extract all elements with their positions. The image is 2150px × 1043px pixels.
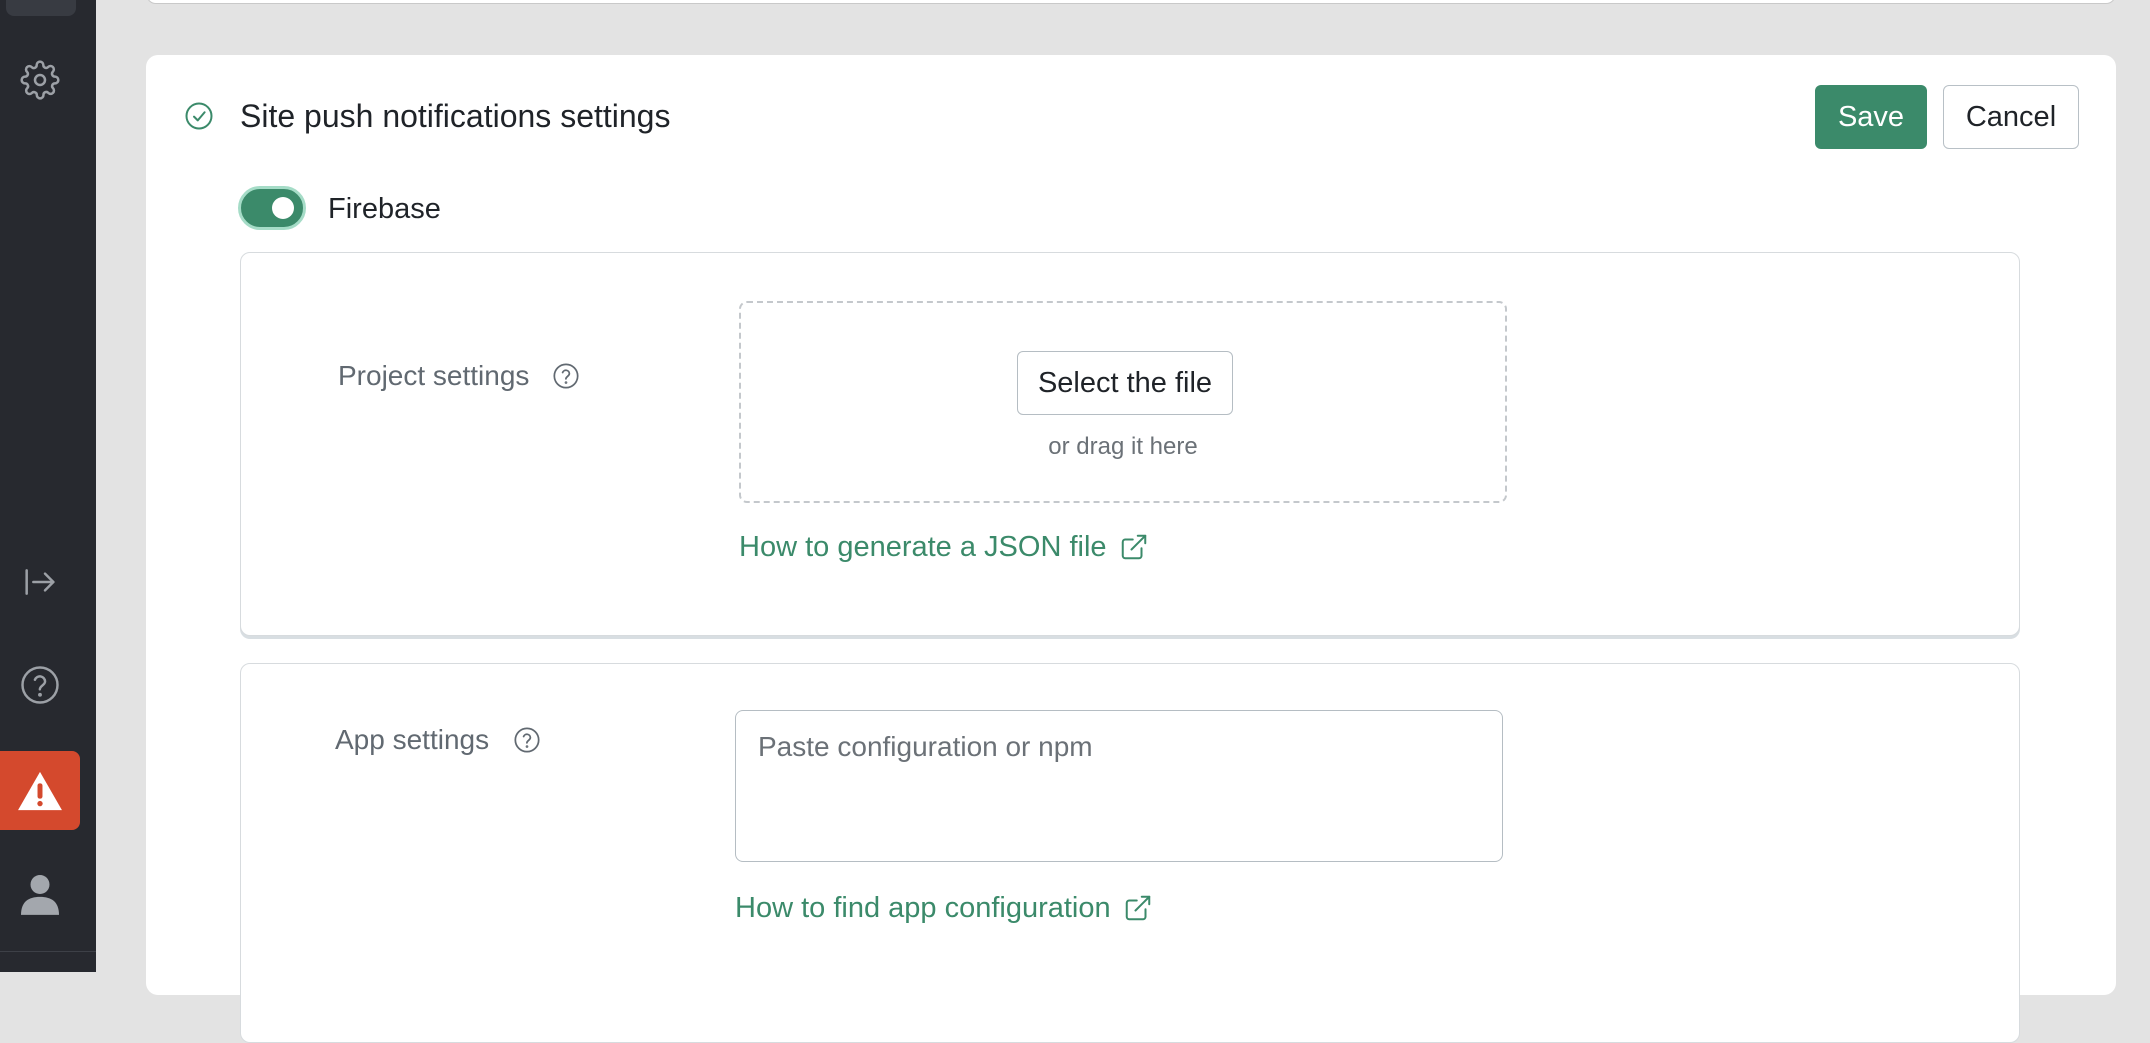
card-title: Site push notifications settings [240,98,671,134]
toggle-knob [272,197,294,219]
arrow-right-to-bar-icon [25,569,55,595]
app-settings-label: App settings [335,724,490,755]
app-config-textarea[interactable] [735,710,1503,862]
sidebar-alert-button[interactable] [0,751,80,830]
sidebar-user-button[interactable] [0,864,80,924]
warning-triangle-icon [18,771,62,810]
project-settings-panel: Project settings Select the file or drag… [240,252,2020,636]
sidebar-settings-button[interactable] [0,50,80,110]
external-link-icon [1121,534,1146,560]
question-circle-icon [21,666,59,704]
save-button[interactable]: Save [1815,85,1927,149]
app-settings-panel: App settings How to find app configurati… [240,663,2020,1043]
external-link-icon [1125,895,1150,921]
cancel-button[interactable]: Cancel [1943,85,2079,149]
find-app-config-link[interactable]: How to find app configuration [735,890,1153,926]
firebase-toggle-label: Firebase [328,193,441,225]
previous-section-card [146,0,2116,4]
firebase-toggle[interactable] [238,186,306,230]
sidebar-item-partial[interactable] [6,0,76,16]
question-circle-icon[interactable] [552,362,580,390]
find-app-config-link-text: How to find app configuration [735,892,1111,924]
question-circle-icon[interactable] [513,726,541,754]
file-dropzone[interactable]: Select the file or drag it here [739,301,1507,503]
generate-json-link[interactable]: How to generate a JSON file [739,529,1149,565]
check-circle-icon [185,102,213,130]
generate-json-link-text: How to generate a JSON file [739,531,1107,563]
sidebar-help-button[interactable] [0,655,80,715]
push-settings-card: Site push notifications settings Save Ca… [146,55,2116,1043]
select-file-button[interactable]: Select the file [1017,351,1233,415]
drag-hint-text: or drag it here [1048,433,1198,460]
card-header: Site push notifications settings Save Ca… [146,55,2116,175]
sidebar-expand-button[interactable] [0,552,80,612]
sidebar [0,0,96,972]
user-icon [21,875,59,915]
sidebar-divider [0,951,96,952]
project-settings-label: Project settings [338,360,530,391]
gear-icon [20,60,60,100]
